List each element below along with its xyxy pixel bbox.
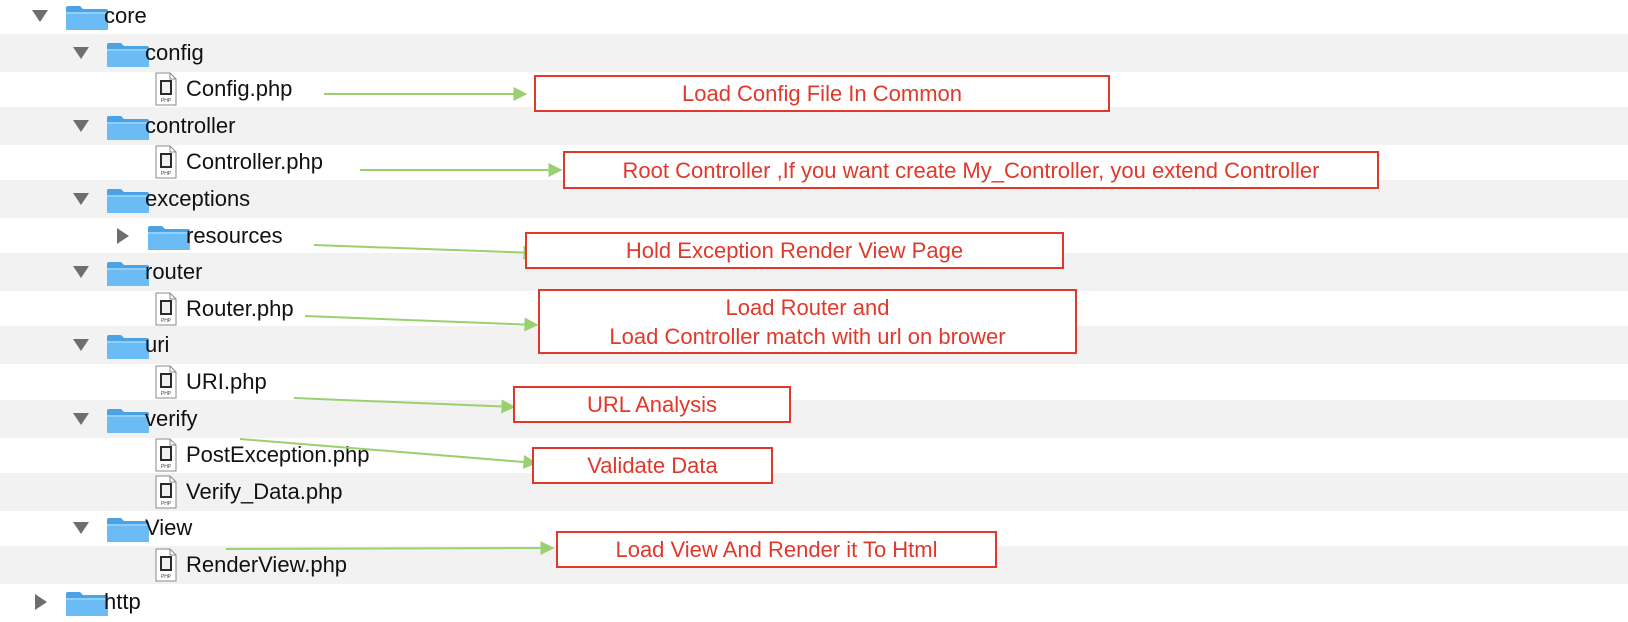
tree-row-uri-php[interactable]: PHP URI.php	[0, 363, 1628, 401]
tree-row-verify[interactable]: verify	[0, 399, 1628, 438]
php-file-icon: PHP	[155, 292, 177, 326]
tree-row-http[interactable]: http	[0, 583, 1628, 621]
disclosure-triangle-expanded-icon[interactable]	[70, 408, 92, 430]
folder-name: verify	[145, 405, 198, 431]
file-name: Config.php	[186, 76, 293, 102]
folder-icon	[106, 517, 150, 543]
disclosure-triangle-expanded-icon[interactable]	[29, 5, 51, 27]
folder-icon	[106, 42, 150, 68]
folder-name: config	[145, 39, 204, 65]
folder-icon	[65, 591, 109, 617]
php-file-icon: PHP	[155, 438, 177, 472]
disclosure-triangle-expanded-icon[interactable]	[70, 42, 92, 64]
svg-text:PHP: PHP	[161, 98, 172, 104]
file-name: URI.php	[186, 369, 267, 394]
folder-name: resources	[186, 222, 283, 248]
file-name: Controller.php	[186, 149, 323, 175]
folder-name: core	[104, 3, 147, 28]
disclosure-triangle-expanded-icon[interactable]	[70, 334, 92, 356]
disclosure-triangle-collapsed-icon[interactable]	[111, 225, 133, 247]
svg-text:PHP: PHP	[161, 171, 172, 177]
svg-text:PHP: PHP	[161, 318, 172, 324]
svg-text:PHP: PHP	[161, 574, 172, 580]
folder-icon	[106, 188, 150, 214]
tree-row-controller-php[interactable]: PHP Controller.php	[0, 143, 1628, 181]
folder-name: controller	[145, 112, 236, 138]
folder-icon	[106, 115, 150, 141]
file-tree: core config PHP Config.php controller PHP Cont…	[0, 0, 1628, 622]
disclosure-triangle-expanded-icon[interactable]	[70, 115, 92, 137]
tree-row-resources[interactable]: resources	[0, 217, 1628, 255]
tree-row-controller[interactable]: controller	[0, 106, 1628, 145]
folder-icon	[65, 5, 109, 31]
tree-row-config[interactable]: config	[0, 33, 1628, 72]
folder-icon	[106, 334, 150, 360]
tree-row-verify-data-php[interactable]: PHP Verify_Data.php	[0, 472, 1628, 511]
php-file-icon: PHP	[155, 145, 177, 179]
tree-row-view[interactable]: View	[0, 509, 1628, 547]
folder-name: router	[145, 259, 203, 285]
folder-name: http	[104, 588, 141, 614]
tree-row-postexception-php[interactable]: PHP PostException.php	[0, 436, 1628, 474]
svg-text:PHP: PHP	[161, 391, 172, 397]
php-file-icon: PHP	[155, 365, 177, 399]
tree-row-config-php[interactable]: PHP Config.php	[0, 70, 1628, 108]
disclosure-triangle-expanded-icon[interactable]	[70, 517, 92, 539]
folder-icon	[106, 261, 150, 287]
php-file-icon: PHP	[155, 72, 177, 106]
tree-row-exceptions[interactable]: exceptions	[0, 180, 1628, 218]
disclosure-triangle-expanded-icon[interactable]	[70, 261, 92, 283]
folder-name: exceptions	[145, 186, 251, 211]
folder-name: View	[145, 515, 193, 541]
svg-text:PHP: PHP	[161, 464, 172, 470]
file-name: PostException.php	[186, 442, 370, 468]
svg-text:PHP: PHP	[161, 501, 172, 507]
folder-icon	[147, 225, 191, 251]
php-file-icon: PHP	[155, 475, 177, 509]
tree-row-uri[interactable]: uri	[0, 326, 1628, 365]
disclosure-triangle-collapsed-icon[interactable]	[29, 591, 51, 613]
folder-name: uri	[145, 332, 170, 358]
file-name: RenderView.php	[186, 552, 348, 577]
file-name: Router.php	[186, 295, 294, 321]
tree-row-router[interactable]: router	[0, 253, 1628, 292]
php-file-icon: PHP	[155, 548, 177, 582]
tree-row-core[interactable]: core	[0, 0, 1628, 35]
disclosure-triangle-expanded-icon[interactable]	[70, 188, 92, 210]
tree-row-renderview-php[interactable]: PHP RenderView.php	[0, 546, 1628, 584]
folder-icon	[106, 408, 150, 434]
file-name: Verify_Data.php	[186, 478, 343, 504]
tree-row-router-php[interactable]: PHP Router.php	[0, 290, 1628, 328]
